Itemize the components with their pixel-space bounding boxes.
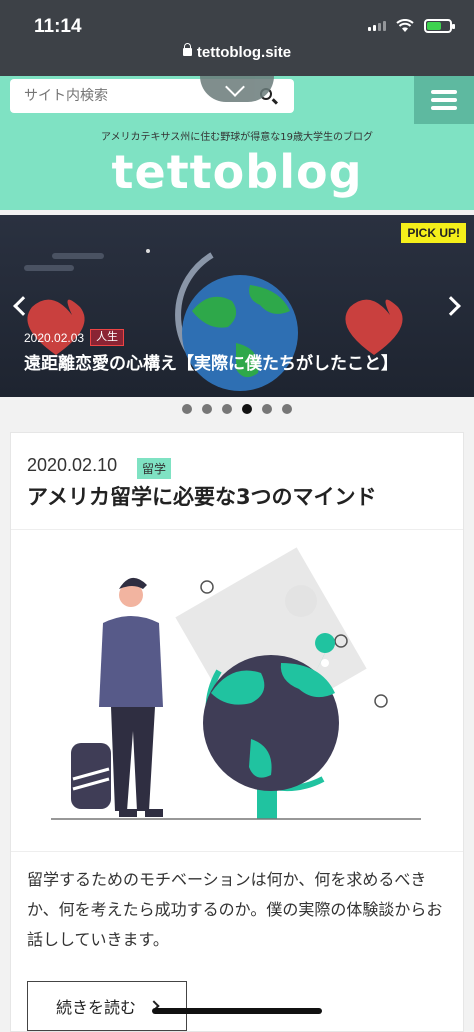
url-text[interactable]: tettoblog.site bbox=[197, 44, 291, 61]
pagination-dot[interactable] bbox=[222, 404, 232, 414]
article-date: 2020.02.10 bbox=[27, 455, 118, 475]
site-tagline: アメリカテキサス州に住む野球が得意な19歳大学生のブログ bbox=[100, 132, 374, 143]
pagination-dot[interactable] bbox=[282, 404, 292, 414]
pagination-dot[interactable] bbox=[242, 404, 252, 414]
pagination-dot[interactable] bbox=[262, 404, 272, 414]
pickup-slider[interactable]: PICK UP! 2020.02.03 人生 遠距離恋愛の心構え【実際に僕たちが… bbox=[0, 215, 474, 397]
battery-icon bbox=[424, 19, 455, 33]
wifi-icon bbox=[396, 19, 414, 32]
article-title[interactable]: アメリカ留学に必要な3つのマインド bbox=[27, 481, 377, 511]
address-bar[interactable]: tettoblog.site bbox=[0, 43, 474, 61]
slide-category-badge[interactable]: 人生 bbox=[90, 329, 125, 346]
menu-icon bbox=[431, 90, 457, 94]
slide-date: 2020.02.03 bbox=[24, 330, 85, 345]
lock-icon bbox=[182, 43, 192, 56]
divider bbox=[11, 851, 463, 852]
slide-meta: 2020.02.03 人生 bbox=[24, 329, 125, 346]
site-branding: アメリカテキサス州に住む野球が得意な19歳大学生のブログ tettoblog bbox=[0, 124, 474, 210]
signal-icon bbox=[368, 21, 386, 31]
status-icons bbox=[368, 19, 455, 33]
pagination-dot[interactable] bbox=[202, 404, 212, 414]
site-title[interactable]: tettoblog bbox=[0, 143, 474, 201]
read-more-label: 続きを読む bbox=[55, 998, 136, 1017]
menu-button[interactable] bbox=[414, 76, 474, 124]
article-thumbnail[interactable] bbox=[11, 543, 463, 843]
ios-status-bar: 11:14 tettoblog.site bbox=[0, 0, 474, 76]
pagination-dot[interactable] bbox=[182, 404, 192, 414]
home-indicator[interactable] bbox=[152, 1008, 322, 1014]
article-excerpt: 留学するためのモチベーションは何か、何を求めるべきか、何を考えたら成功するのか。… bbox=[27, 870, 443, 949]
article-card[interactable]: 2020.02.10 留学 アメリカ留学に必要な3つのマインド 留学するためのモ… bbox=[10, 432, 464, 1032]
article-category-badge[interactable]: 留学 bbox=[137, 458, 172, 479]
slide-title[interactable]: 遠距離恋愛の心構え【実際に僕たちがしたこと】 bbox=[24, 349, 398, 374]
pickup-badge: PICK UP! bbox=[401, 223, 466, 243]
clock-time: 11:14 bbox=[34, 16, 82, 37]
divider bbox=[11, 529, 463, 530]
slider-pagination bbox=[0, 404, 474, 414]
